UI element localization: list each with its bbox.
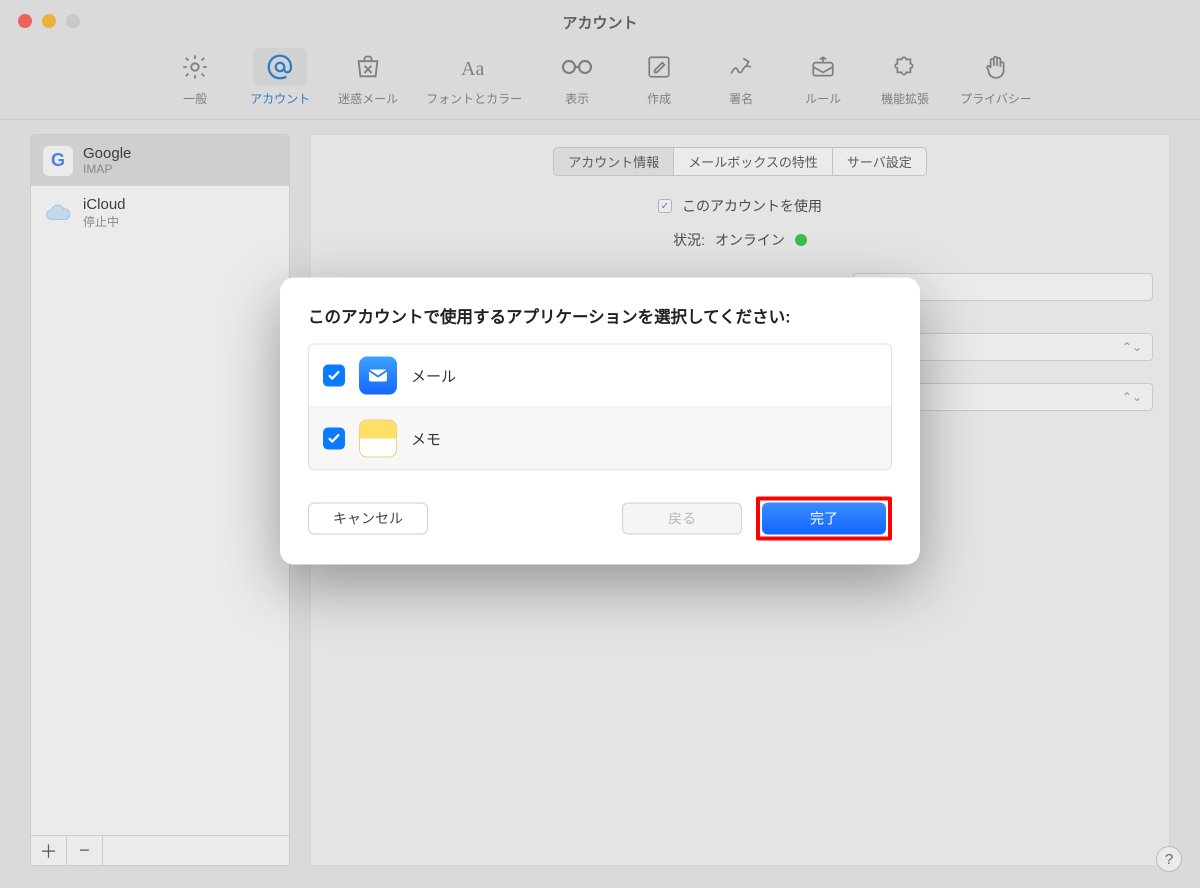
app-label: メール <box>411 365 456 386</box>
chevron-updown-icon: ⌃⌄ <box>1122 390 1142 404</box>
font-icon: Aa <box>457 50 491 84</box>
preferences-toolbar: 一般 アカウント 迷惑メール Aa フォントとカラー 表示 <box>0 44 1200 120</box>
help-button[interactable]: ? <box>1156 846 1182 872</box>
rules-icon <box>806 50 840 84</box>
enable-account-label: このアカウントを使用 <box>682 196 822 216</box>
enable-account-checkbox[interactable]: ✓ <box>658 199 672 213</box>
gear-icon <box>178 50 212 84</box>
svg-text:Aa: Aa <box>461 58 484 80</box>
toolbar-item-junk[interactable]: 迷惑メール <box>338 48 398 107</box>
toolbar-label: 迷惑メール <box>338 90 398 107</box>
account-row-google[interactable]: G Google IMAP <box>31 135 289 186</box>
dialog-title: このアカウントで使用するアプリケーションを選択してください: <box>308 304 892 328</box>
compose-icon <box>642 50 676 84</box>
toolbar-label: ルール <box>805 90 841 107</box>
mail-app-icon <box>359 357 397 395</box>
toolbar-label: フォントとカラー <box>426 90 522 107</box>
accounts-sidebar: G Google IMAP iCloud 停止中 <box>30 134 290 866</box>
toolbar-label: 表示 <box>565 90 589 107</box>
add-account-button[interactable]: ＋ <box>31 836 67 865</box>
account-subtype: IMAP <box>83 162 131 176</box>
cancel-button[interactable]: キャンセル <box>308 503 428 535</box>
app-row-notes[interactable]: メモ <box>309 407 891 470</box>
toolbar-label: アカウント <box>250 90 310 107</box>
dialog-buttons: キャンセル 戻る 完了 <box>308 497 892 541</box>
google-icon: G <box>43 146 73 176</box>
status-key: 状況: <box>673 230 705 250</box>
toolbar-item-signatures[interactable]: 署名 <box>714 48 768 107</box>
chevron-updown-icon: ⌃⌄ <box>1122 340 1142 354</box>
status-value: オンライン <box>715 230 785 250</box>
toolbar-item-accounts[interactable]: アカウント <box>250 48 310 107</box>
done-button-highlight: 完了 <box>756 497 892 541</box>
sidebar-buttons: ＋ − <box>30 836 290 866</box>
done-button[interactable]: 完了 <box>762 503 886 535</box>
toolbar-label: 署名 <box>729 90 753 107</box>
account-list: G Google IMAP iCloud 停止中 <box>30 134 290 836</box>
toolbar-label: 一般 <box>183 90 207 107</box>
app-label: メモ <box>411 428 441 449</box>
checkbox-checked[interactable] <box>323 428 345 450</box>
notes-app-icon <box>359 420 397 458</box>
app-list: メール メモ <box>308 344 892 471</box>
toolbar-item-viewing[interactable]: 表示 <box>550 48 604 107</box>
checkbox-checked[interactable] <box>323 365 345 387</box>
icloud-icon <box>43 198 73 228</box>
status-online-dot <box>795 234 807 246</box>
toolbar-label: 作成 <box>647 90 671 107</box>
at-sign-icon <box>263 50 297 84</box>
account-form: ✓ このアカウントを使用 状況: オンライン <box>311 196 1169 250</box>
select-apps-dialog: このアカウントで使用するアプリケーションを選択してください: メール メモ キ <box>280 278 920 565</box>
puzzle-icon <box>888 50 922 84</box>
detail-tabs: アカウント情報 メールボックスの特性 サーバ設定 <box>311 147 1169 176</box>
toolbar-item-fonts[interactable]: Aa フォントとカラー <box>426 48 522 107</box>
account-status: 停止中 <box>83 213 126 230</box>
signature-icon <box>724 50 758 84</box>
toolbar-label: プライバシー <box>960 90 1032 107</box>
toolbar-item-composing[interactable]: 作成 <box>632 48 686 107</box>
tab-server-settings[interactable]: サーバ設定 <box>833 147 927 176</box>
tab-mailbox-behaviors[interactable]: メールボックスの特性 <box>674 147 833 176</box>
glasses-icon <box>560 50 594 84</box>
tab-account-info[interactable]: アカウント情報 <box>553 147 674 176</box>
toolbar-item-extensions[interactable]: 機能拡張 <box>878 48 932 107</box>
window-title: アカウント <box>0 12 1200 33</box>
hand-icon <box>979 50 1013 84</box>
account-row-icloud[interactable]: iCloud 停止中 <box>31 186 289 240</box>
toolbar-label: 機能拡張 <box>881 90 929 107</box>
toolbar-item-privacy[interactable]: プライバシー <box>960 48 1032 107</box>
app-row-mail[interactable]: メール <box>309 345 891 407</box>
toolbar-item-rules[interactable]: ルール <box>796 48 850 107</box>
account-name: Google <box>83 145 131 162</box>
preferences-window: アカウント 一般 アカウント 迷惑メール Aa フォントとカラー <box>0 0 1200 888</box>
remove-account-button[interactable]: − <box>67 836 103 865</box>
toolbar-item-general[interactable]: 一般 <box>168 48 222 107</box>
back-button[interactable]: 戻る <box>622 503 742 535</box>
trash-icon <box>351 50 385 84</box>
account-name: iCloud <box>83 196 126 213</box>
